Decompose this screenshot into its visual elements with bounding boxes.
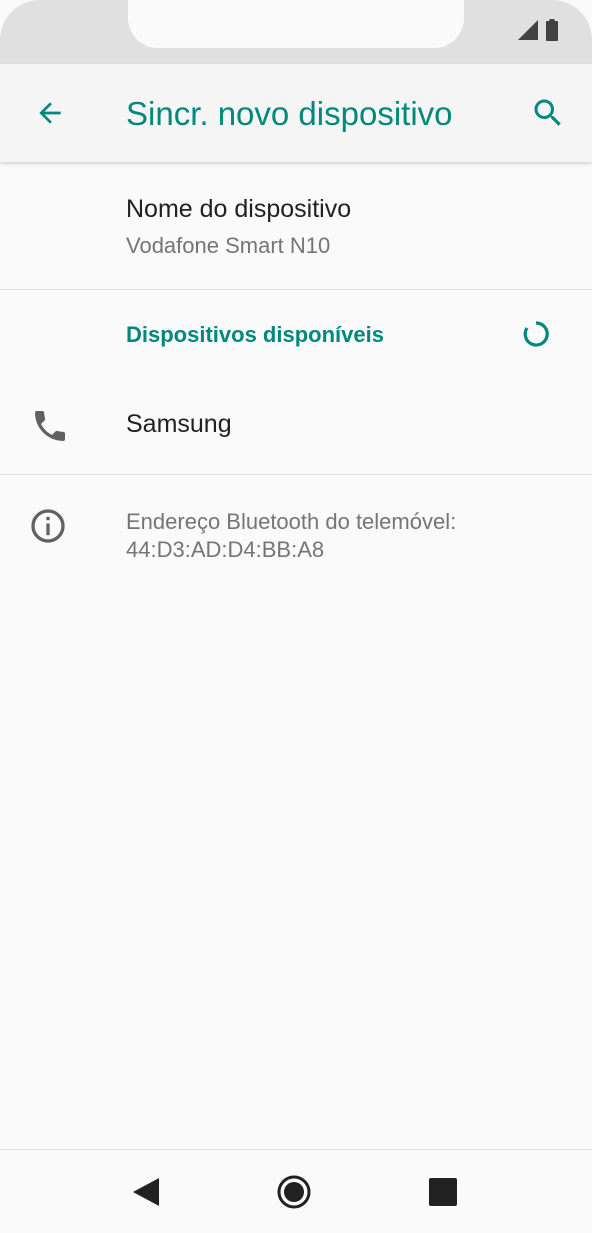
device-name-label: Nome do dispositivo	[126, 195, 352, 223]
app-bar: Sincr. novo dispositivo	[0, 64, 592, 162]
info-text-line1: Endereço Bluetooth do telemóvel:	[126, 509, 457, 534]
battery-icon	[546, 19, 558, 41]
device-item-samsung[interactable]: Samsung	[0, 380, 592, 474]
available-devices-header: Dispositivos disponíveis	[126, 322, 384, 347]
search-icon	[534, 99, 561, 126]
navigation-bar	[0, 1149, 592, 1233]
device-name-value: Vodafone Smart N10	[126, 233, 331, 258]
loading-spinner-icon	[523, 321, 549, 347]
device-name: Samsung	[126, 410, 232, 438]
back-button[interactable]	[30, 93, 70, 133]
signal-icon	[518, 20, 538, 40]
page-title: Sincr. novo dispositivo	[126, 95, 453, 132]
search-button[interactable]	[528, 93, 568, 133]
nav-home-button[interactable]	[274, 1172, 314, 1212]
bluetooth-address-info: Endereço Bluetooth do telemóvel: 44:D3:A…	[0, 496, 592, 576]
nav-recents-button[interactable]	[423, 1172, 463, 1212]
info-icon	[31, 509, 65, 543]
nav-back-icon	[133, 1178, 159, 1206]
nav-home-icon	[277, 1175, 311, 1209]
nav-recents-icon	[429, 1178, 457, 1206]
phone-icon	[35, 411, 65, 441]
device-name-row[interactable]: Nome do dispositivo Vodafone Smart N10	[0, 163, 592, 289]
arrow-back-icon	[39, 102, 61, 124]
bluetooth-address: 44:D3:AD:D4:BB:A8	[126, 537, 325, 562]
divider	[0, 474, 592, 475]
divider	[0, 289, 592, 290]
display-notch	[128, 0, 464, 48]
nav-back-button[interactable]	[126, 1172, 166, 1212]
status-bar	[0, 0, 592, 64]
